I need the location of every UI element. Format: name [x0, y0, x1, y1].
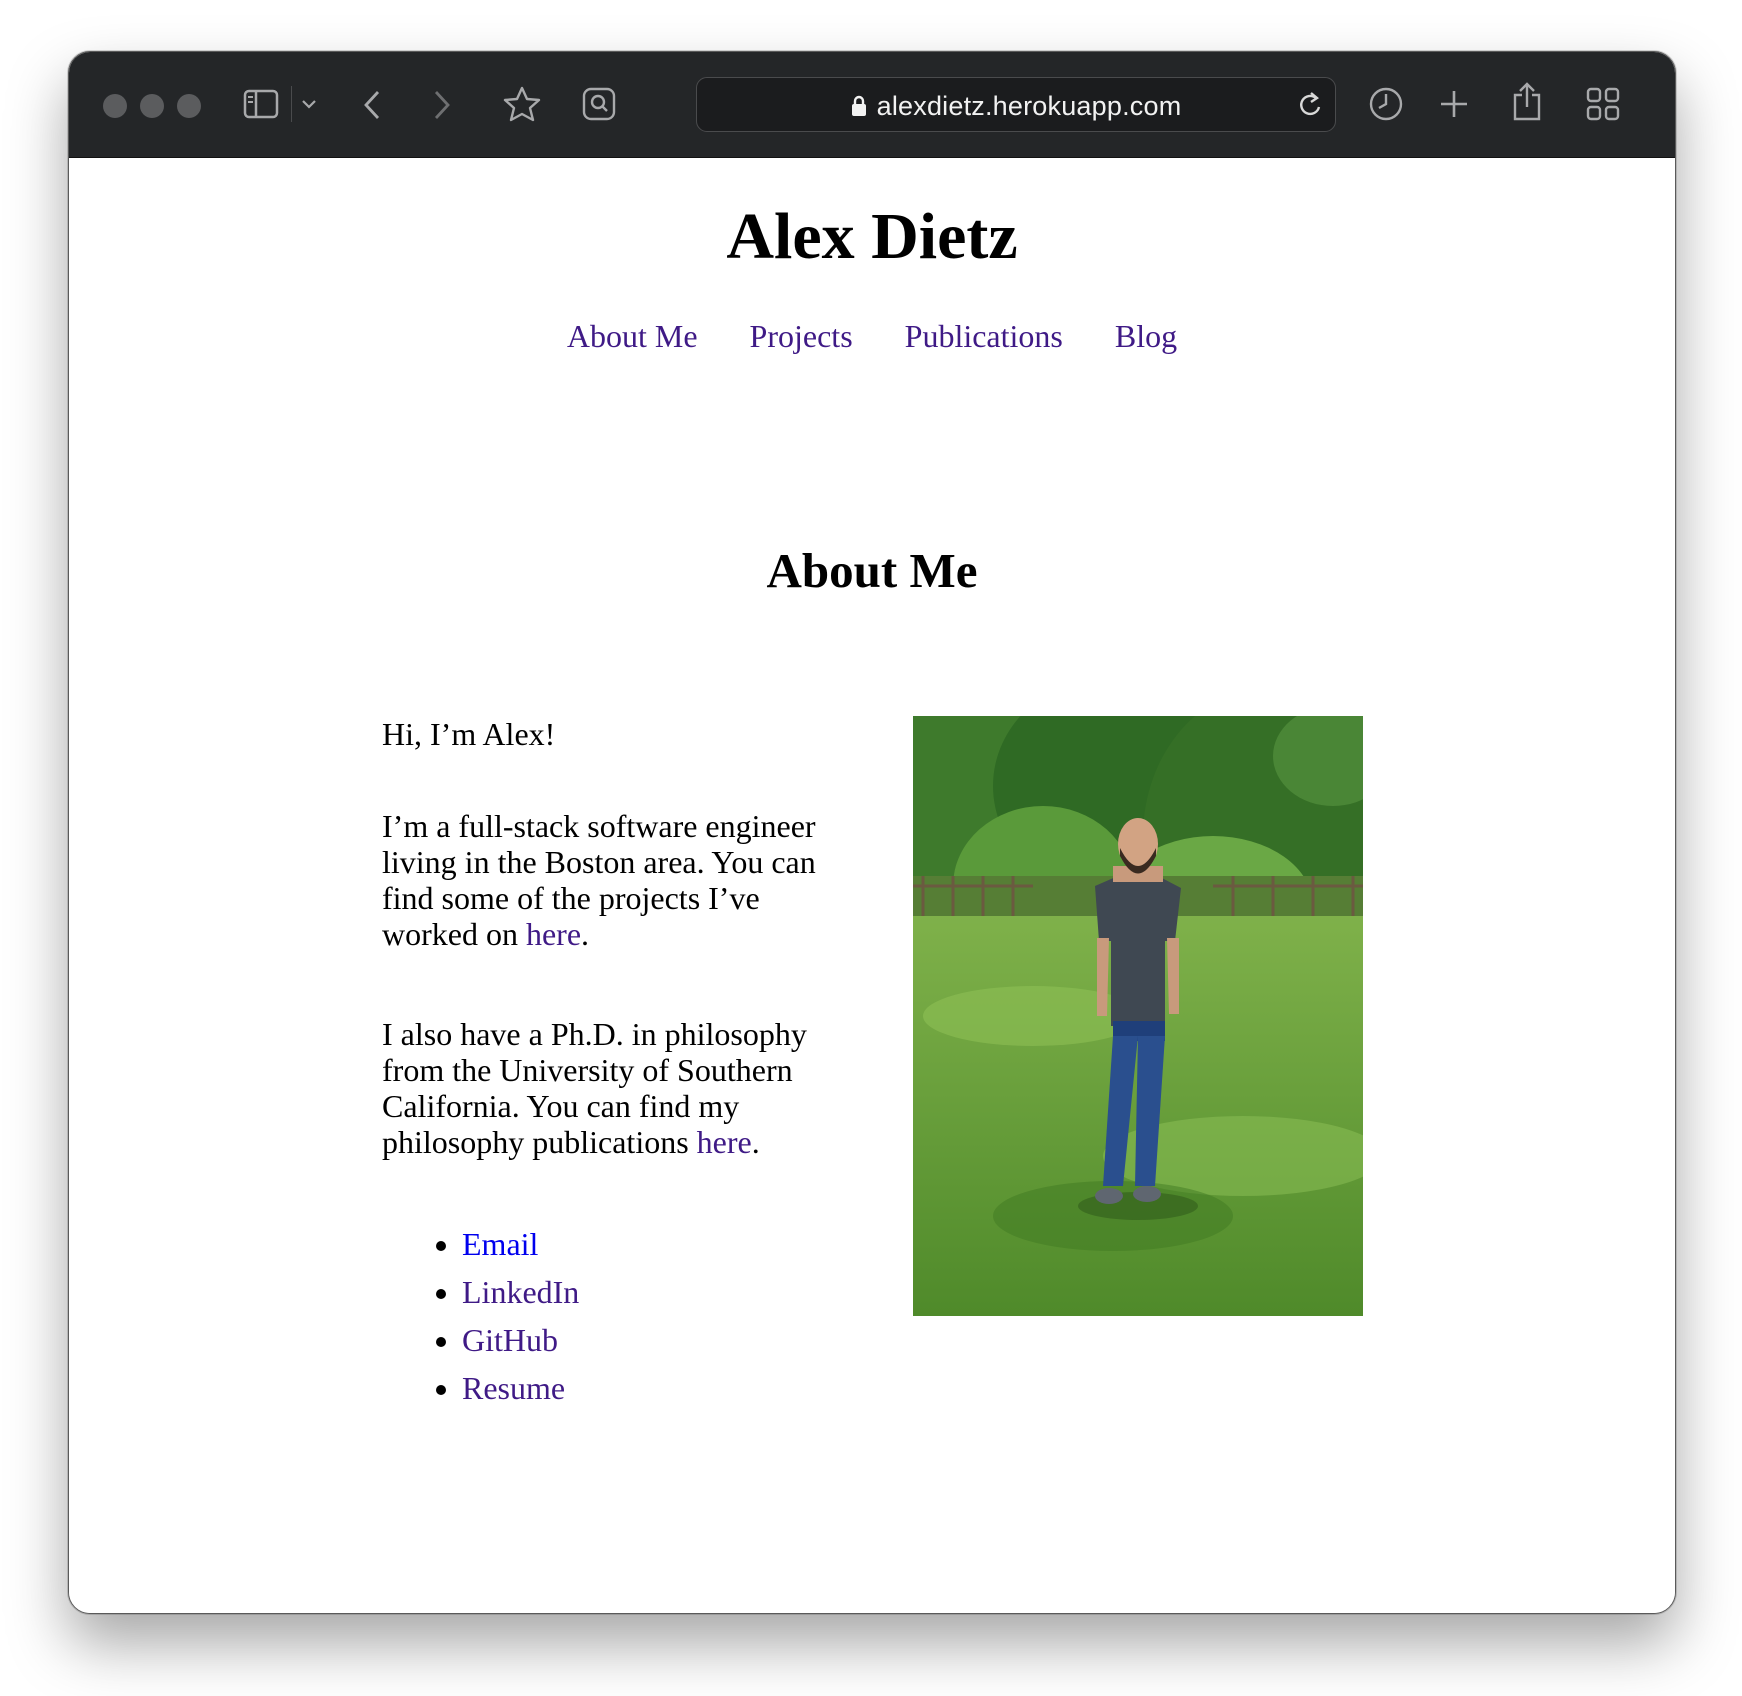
zoom-window-button[interactable]	[177, 94, 201, 118]
list-item: GitHub	[462, 1316, 579, 1364]
browser-toolbar: alexdietz.herokuapp.com	[69, 52, 1675, 158]
resume-link[interactable]: Resume	[462, 1370, 565, 1406]
list-item: Resume	[462, 1364, 579, 1412]
greeting-text: Hi, I’m Alex!	[382, 716, 556, 752]
chevron-down-icon[interactable]	[297, 92, 321, 116]
bookmark-star-icon[interactable]	[502, 84, 542, 124]
philosophy-paragraph: I also have a Ph.D. in philosophy from t…	[382, 1016, 842, 1160]
back-icon[interactable]	[357, 85, 387, 125]
site-nav: About Me Projects Publications Blog	[69, 318, 1675, 355]
site-title: Alex Dietz	[726, 200, 1018, 273]
github-link[interactable]: GitHub	[462, 1322, 558, 1358]
philosophy-paragraph-end: .	[751, 1124, 760, 1160]
sidebar-icon[interactable]	[241, 84, 281, 124]
tab-overview-icon[interactable]	[1582, 83, 1624, 125]
list-item: LinkedIn	[462, 1268, 579, 1316]
engineer-paragraph-text: I’m a full-stack software engineer livin…	[382, 808, 816, 952]
nav-projects[interactable]: Projects	[750, 318, 853, 354]
linkedin-link[interactable]: LinkedIn	[462, 1274, 579, 1310]
browser-window: alexdietz.herokuapp.com Alex Dietz About…	[68, 51, 1676, 1614]
new-tab-plus-icon[interactable]	[1433, 83, 1475, 125]
forward-icon[interactable]	[427, 85, 457, 125]
contact-links-list: Email LinkedIn GitHub Resume	[382, 1220, 579, 1412]
projects-here-link[interactable]: here	[526, 916, 581, 952]
email-link[interactable]: Email	[462, 1226, 538, 1262]
address-bar[interactable]: alexdietz.herokuapp.com	[696, 77, 1336, 132]
nav-publications[interactable]: Publications	[905, 318, 1063, 354]
nav-blog[interactable]: Blog	[1115, 318, 1177, 354]
url-text: alexdietz.herokuapp.com	[876, 91, 1182, 121]
share-icon[interactable]	[1506, 78, 1548, 124]
engineer-paragraph: I’m a full-stack software engineer livin…	[382, 808, 842, 952]
reload-icon[interactable]	[1295, 89, 1327, 121]
close-window-button[interactable]	[103, 94, 127, 118]
lock-icon	[851, 93, 867, 124]
nav-about-me[interactable]: About Me	[567, 318, 698, 354]
profile-photo	[913, 716, 1363, 1316]
reader-icon[interactable]	[579, 84, 619, 124]
publications-here-link[interactable]: here	[697, 1124, 752, 1160]
section-heading: About Me	[766, 543, 978, 598]
list-item: Email	[462, 1220, 579, 1268]
history-clock-icon[interactable]	[1365, 83, 1407, 125]
page-content: Alex Dietz About Me Projects Publication…	[69, 158, 1675, 1613]
engineer-paragraph-end: .	[581, 916, 590, 952]
toolbar-divider	[291, 86, 292, 122]
profile-photo-illustration	[913, 716, 1363, 1316]
minimize-window-button[interactable]	[140, 94, 164, 118]
